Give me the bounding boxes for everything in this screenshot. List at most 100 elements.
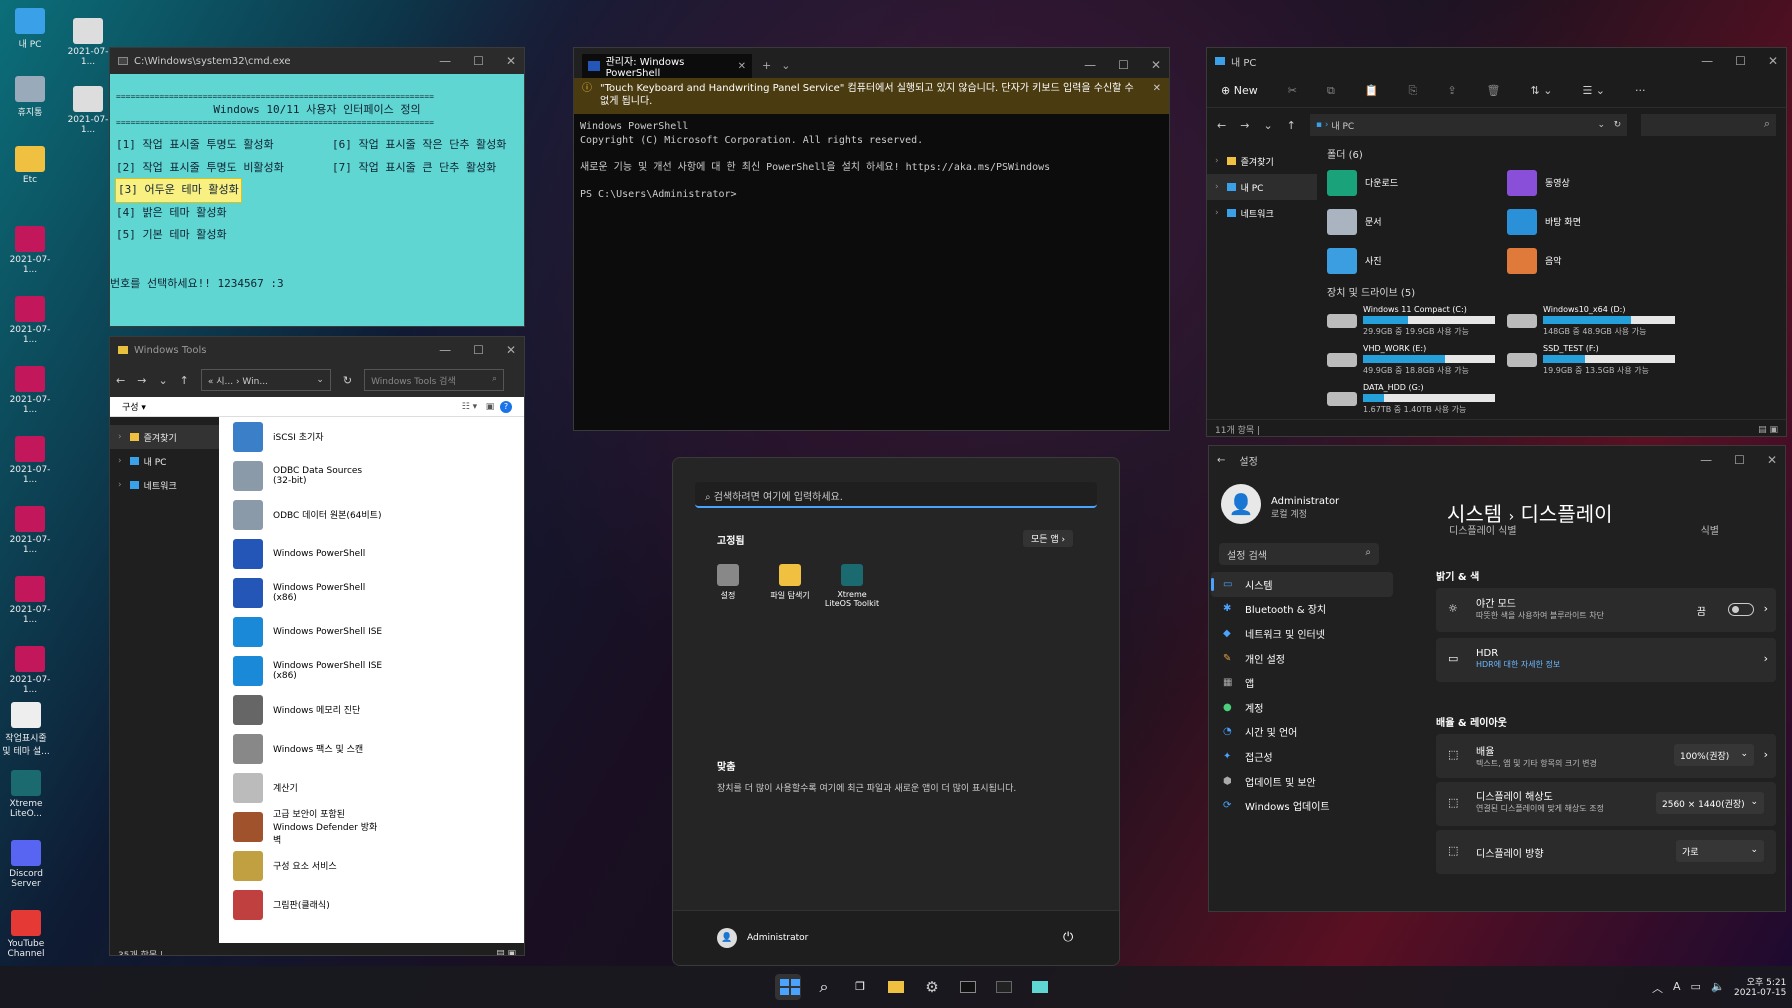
- view-toggle-icon[interactable]: ▤ ▣: [1758, 425, 1778, 435]
- share-icon[interactable]: ⇪: [1447, 84, 1456, 97]
- maximize-icon[interactable]: ☐: [473, 343, 484, 357]
- tool-item[interactable]: Windows PowerShell ISE (x86): [233, 651, 524, 690]
- tool-item[interactable]: ODBC 데이터 원본(64비트): [233, 495, 524, 534]
- tool-item[interactable]: iSCSI 초기자: [233, 417, 524, 456]
- cmd-icon[interactable]: [955, 974, 981, 1000]
- desktop-icon[interactable]: 2021-07-1...: [4, 576, 56, 625]
- drive-item[interactable]: VHD_WORK (E:) 49.9GB 중 18.8GB 사용 가능: [1327, 342, 1507, 377]
- desktop-icon[interactable]: 작업표시줄 및 테마 설...: [0, 702, 52, 757]
- maximize-icon[interactable]: ☐: [1735, 54, 1746, 68]
- windows-tools-window[interactable]: Windows Tools — ☐ ✕ ← → ⌄ ↑ « 시... › Win... ⌄ …: [109, 336, 525, 956]
- night-light-card[interactable]: ☼ 야간 모드 따뜻한 색을 사용하여 블루라이트 차단 끔 ›: [1436, 588, 1776, 632]
- folders-header[interactable]: 폴더 (6): [1327, 146, 1776, 161]
- folder-item[interactable]: 음악: [1507, 245, 1687, 276]
- pinned-app[interactable]: 파일 탐색기: [761, 564, 819, 608]
- back-icon[interactable]: ←: [1217, 455, 1225, 466]
- new-tab-button[interactable]: +: [762, 59, 771, 72]
- terminal-icon[interactable]: [991, 974, 1017, 1000]
- desktop-icon[interactable]: Etc: [4, 146, 56, 185]
- settings-icon[interactable]: ⚙: [919, 974, 945, 1000]
- rename-icon[interactable]: ⎘: [1409, 84, 1418, 98]
- scale-card[interactable]: ⬚ 배율 텍스트, 앱 및 기타 항목의 크기 변경 100%(권장) ⌄ ›: [1436, 734, 1776, 778]
- maximize-icon[interactable]: ☐: [1734, 453, 1745, 467]
- tool-item[interactable]: Windows 메모리 진단: [233, 690, 524, 729]
- tool-item[interactable]: 계산기: [233, 768, 524, 807]
- more-icon[interactable]: ···: [1635, 84, 1646, 97]
- drive-item[interactable]: SSD_TEST (F:) 19.9GB 중 13.5GB 사용 가능: [1507, 342, 1687, 377]
- nav-item[interactable]: › 네트워크: [110, 473, 219, 497]
- chevron-down-icon[interactable]: ⌄: [158, 374, 167, 387]
- ime-indicator[interactable]: A: [1673, 980, 1681, 996]
- nav-item[interactable]: › 즐겨찾기: [110, 425, 219, 449]
- powershell-window[interactable]: 관리자: Windows PowerShell ✕ + ⌄ — ☐ ✕ ⓘ "Touc…: [573, 47, 1170, 431]
- view-icon[interactable]: ☰ ⌄: [1582, 84, 1605, 97]
- chevron-down-icon[interactable]: ⌄: [1263, 119, 1272, 132]
- user-button[interactable]: 👤 Administrator: [717, 928, 808, 948]
- settings-nav-item[interactable]: ⟳ Windows 업데이트: [1211, 793, 1393, 818]
- network-icon[interactable]: ▭: [1691, 980, 1701, 996]
- close-icon[interactable]: ✕: [506, 54, 516, 68]
- orientation-dropdown[interactable]: 가로 ⌄: [1676, 840, 1764, 862]
- tool-item[interactable]: 그림판(클래식): [233, 885, 524, 924]
- folder-item[interactable]: 동영상: [1507, 167, 1687, 198]
- desktop-icon[interactable]: 2021-07-1...: [4, 436, 56, 485]
- address-bar[interactable]: « 시... › Win... ⌄: [200, 369, 331, 391]
- delete-icon[interactable]: 🗑: [1487, 84, 1501, 97]
- settings-nav-item[interactable]: ⬢ 업데이트 및 보안: [1211, 769, 1393, 794]
- identify-button[interactable]: 식별: [1701, 522, 1719, 537]
- settings-window[interactable]: ← 설정 — ☐ ✕ 👤 Administrator 로컬 계정 설정 검색 ⌕ ▭ 시스…: [1208, 445, 1786, 912]
- settings-nav-item[interactable]: ▭ 시스템: [1211, 572, 1393, 597]
- close-icon[interactable]: ✕: [1153, 82, 1161, 110]
- desktop-icon[interactable]: 2021-07-1...: [62, 18, 114, 67]
- settings-nav-item[interactable]: ✱ Bluetooth & 장치: [1211, 597, 1393, 622]
- display-icon[interactable]: [1027, 974, 1053, 1000]
- minimize-icon[interactable]: —: [1084, 58, 1096, 72]
- chevron-up-icon[interactable]: ︿: [1652, 980, 1663, 996]
- back-icon[interactable]: ←: [116, 374, 125, 387]
- view-toggle-icon[interactable]: ▤ ▣: [496, 949, 516, 955]
- paste-icon[interactable]: 📋: [1365, 84, 1379, 97]
- cmd-window[interactable]: C:\Windows\system32\cmd.exe — ☐ ✕ ========…: [109, 47, 525, 327]
- task-view-icon[interactable]: ❐: [847, 974, 873, 1000]
- minimize-icon[interactable]: —: [1701, 54, 1713, 68]
- nav-item[interactable]: › 내 PC: [1207, 174, 1317, 200]
- drive-item[interactable]: Windows 11 Compact (C:) 29.9GB 중 19.9GB 사…: [1327, 303, 1507, 338]
- tab-powershell[interactable]: 관리자: Windows PowerShell ✕: [582, 54, 752, 79]
- desktop-icon[interactable]: 내 PC: [4, 8, 56, 50]
- file-explorer-icon[interactable]: [883, 974, 909, 1000]
- drives-header[interactable]: 장치 및 드라이브 (5): [1327, 284, 1776, 299]
- clock-date[interactable]: 2021-07-15: [1734, 988, 1786, 998]
- copy-icon[interactable]: ⧉: [1327, 84, 1335, 98]
- desktop-icon[interactable]: 2021-07-1...: [4, 646, 56, 695]
- nav-item[interactable]: › 즐겨찾기: [1207, 148, 1317, 174]
- start-menu[interactable]: ⌕ 검색하려면 여기에 입력하세요. 고정됨 모든 앱 › 설정 파일 탐색기 Xt…: [672, 457, 1120, 966]
- organize-menu[interactable]: 구성 ▾: [122, 400, 146, 413]
- night-light-toggle[interactable]: [1728, 603, 1754, 616]
- forward-icon[interactable]: →: [137, 374, 146, 387]
- minimize-icon[interactable]: —: [439, 54, 451, 68]
- search-icon[interactable]: ⌕: [811, 974, 837, 1000]
- desktop-icon[interactable]: 2021-07-1...: [4, 506, 56, 555]
- sort-icon[interactable]: ⇅ ⌄: [1531, 84, 1553, 97]
- power-icon[interactable]: ⏻: [1063, 930, 1073, 945]
- tool-item[interactable]: ODBC Data Sources (32-bit): [233, 456, 524, 495]
- view-icon[interactable]: ☷ ▾ ▣: [462, 402, 500, 412]
- tool-item[interactable]: Windows PowerShell: [233, 534, 524, 573]
- back-icon[interactable]: ←: [1217, 119, 1226, 132]
- desktop-icon[interactable]: 2021-07-1...: [4, 366, 56, 415]
- folder-item[interactable]: 사진: [1327, 245, 1507, 276]
- desktop-icon[interactable]: 2021-07-1...: [4, 226, 56, 275]
- maximize-icon[interactable]: ☐: [1118, 58, 1129, 72]
- pinned-app[interactable]: Xtreme LiteOS Toolkit: [823, 564, 881, 608]
- cmd-titlebar[interactable]: C:\Windows\system32\cmd.exe — ☐ ✕: [110, 48, 524, 74]
- settings-search[interactable]: 설정 검색 ⌕: [1219, 543, 1379, 565]
- settings-nav-item[interactable]: ▦ 앱: [1211, 670, 1393, 695]
- chevron-down-icon[interactable]: ⌄: [781, 59, 790, 72]
- resolution-card[interactable]: ⬚ 디스플레이 해상도 연결된 디스플레이에 맞게 해상도 조정 2560 × 1…: [1436, 782, 1776, 826]
- up-icon[interactable]: ↑: [1287, 119, 1296, 132]
- start-search-input[interactable]: ⌕ 검색하려면 여기에 입력하세요.: [695, 482, 1097, 508]
- folder-item[interactable]: 다운로드: [1327, 167, 1507, 198]
- scale-dropdown[interactable]: 100%(권장) ⌄: [1674, 744, 1754, 766]
- maximize-icon[interactable]: ☐: [473, 54, 484, 68]
- close-icon[interactable]: ✕: [506, 343, 516, 357]
